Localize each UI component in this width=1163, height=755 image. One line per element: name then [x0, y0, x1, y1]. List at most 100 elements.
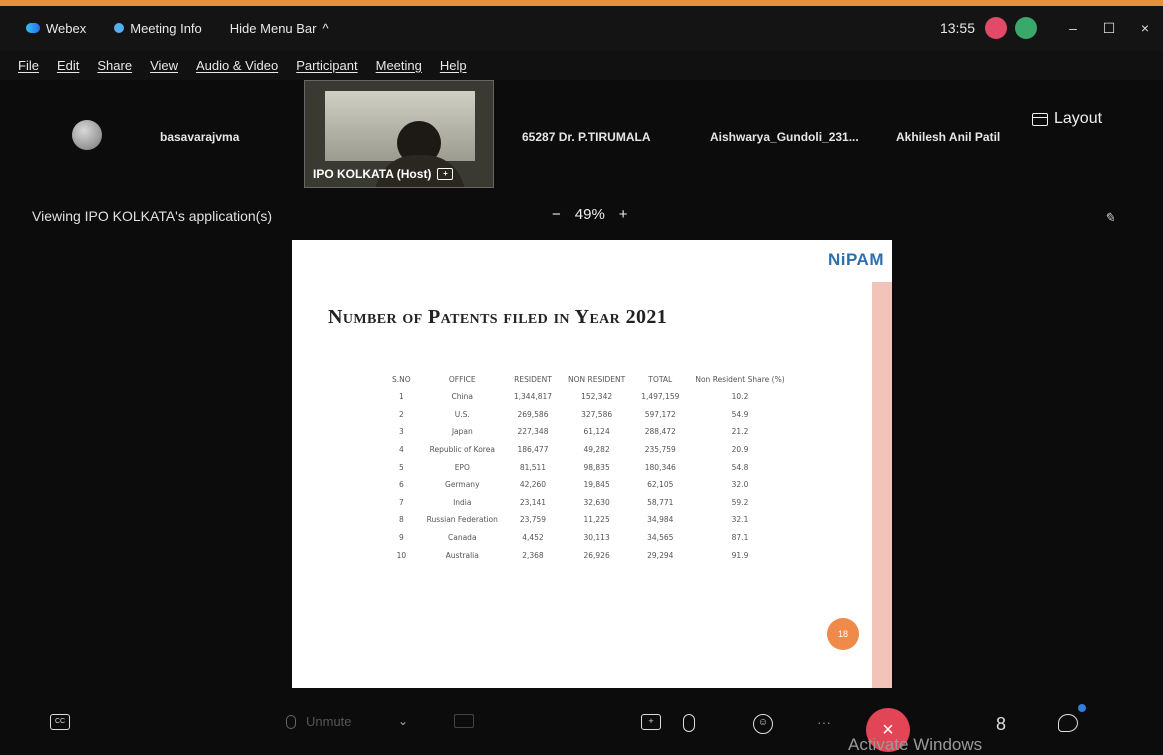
mute-label: Unmute [306, 714, 352, 729]
slide-title: Number of Patents filed in Year 2021 [328, 306, 668, 328]
table-cell: 1,344,817 [513, 392, 553, 402]
table-cell: Republic of Korea [429, 445, 495, 455]
chevron-up-icon: ^ [322, 20, 329, 36]
more-options-icon[interactable]: ··· [817, 714, 831, 730]
slide-page-number: 18 [827, 618, 859, 650]
menu-help[interactable]: Help [440, 58, 467, 73]
participant-name-5[interactable]: Akhilesh Anil Patil [896, 130, 1000, 144]
host-label: IPO KOLKATA (Host) + [313, 167, 454, 181]
table-cell: 3 [398, 427, 404, 437]
table-row: 8 Russian Federation 23,759 11,225 34,984 32.… [384, 511, 793, 529]
layout-button[interactable]: Layout [1032, 110, 1102, 128]
table-cell: 32.0 [731, 480, 749, 490]
table-cell: Canada [448, 533, 477, 543]
table-cell: 235,759 [644, 445, 676, 455]
menu-share[interactable]: Share [97, 58, 132, 73]
table-cell: 34,984 [647, 515, 674, 525]
record-icon[interactable] [683, 714, 695, 732]
table-cell: 19,845 [583, 480, 610, 490]
table-cell: 81,511 [519, 462, 547, 472]
table-cell: 11,225 [583, 515, 610, 525]
menu-participant[interactable]: Participant [296, 58, 357, 73]
table-cell: 58,771 [647, 497, 674, 507]
table-cell: 62,105 [647, 480, 674, 490]
avatar[interactable] [72, 120, 102, 150]
table-cell: 32,630 [583, 497, 610, 507]
table-row: 3 Japan 227,348 61,124 288,472 21.2 [384, 423, 793, 441]
zoom-out-button[interactable]: − [552, 206, 561, 223]
table-cell: 327,586 [581, 409, 613, 419]
table-cell: 180,346 [644, 462, 676, 472]
table-cell: 59.2 [731, 497, 749, 507]
connection-status-icon[interactable] [1015, 17, 1037, 39]
table-cell: 26,926 [583, 550, 610, 560]
chat-notification-dot [1078, 704, 1086, 712]
share-screen-icon[interactable]: + [641, 714, 661, 730]
maximize-button[interactable]: ☐ [1091, 20, 1127, 37]
menu-bar: File Edit Share View Audio & Video Parti… [0, 50, 1163, 80]
menu-file[interactable]: File [18, 58, 39, 73]
zoom-in-button[interactable]: + [619, 206, 628, 223]
mute-button[interactable]: Unmute [286, 714, 352, 729]
table-header: OFFICE [448, 374, 476, 384]
table-cell: 87.1 [731, 533, 749, 543]
table-cell: 34,565 [647, 533, 674, 543]
table-cell: 2 [398, 409, 404, 419]
close-window-button[interactable]: × [1127, 20, 1163, 36]
annotate-icon[interactable]: ✎ [1104, 210, 1115, 226]
table-cell: 10.2 [731, 392, 749, 402]
table-row: 4 Republic of Korea 186,477 49,282 235,759 20… [384, 441, 793, 459]
table-cell: 8 [398, 515, 404, 525]
table-cell: 49,282 [583, 445, 610, 455]
table-cell: U.S. [454, 409, 470, 419]
recording-badge-icon[interactable] [985, 17, 1007, 39]
table-row: 9 Canada 4,452 30,113 34,565 87.1 [384, 529, 793, 547]
zoom-control: − 49% + [552, 206, 628, 223]
chat-icon[interactable] [1058, 714, 1078, 732]
menu-meeting[interactable]: Meeting [376, 58, 422, 73]
audio-options-chevron-icon[interactable]: ⌄ [398, 714, 408, 728]
participant-name-3[interactable]: 65287 Dr. P.TIRUMALA [522, 130, 651, 144]
table-cell: 288,472 [644, 427, 676, 437]
reactions-icon[interactable]: ☺ [753, 714, 773, 734]
video-camera-icon[interactable] [454, 714, 474, 728]
hide-menu-bar-button[interactable]: Hide Menu Bar ^ [230, 21, 329, 36]
menu-audio-video[interactable]: Audio & Video [196, 58, 278, 73]
table-cell: 30,113 [583, 533, 610, 543]
participants-icon[interactable]: 8 [996, 714, 1006, 735]
webex-logo-icon [26, 23, 40, 33]
zoom-level: 49% [574, 206, 605, 223]
table-cell: 269,586 [517, 409, 549, 419]
table-cell: 91.9 [731, 550, 749, 560]
table-cell: 54.8 [731, 462, 749, 472]
table-cell: 98,835 [583, 462, 610, 472]
menu-edit[interactable]: Edit [57, 58, 79, 73]
table-cell: 152,342 [581, 392, 613, 402]
menu-view[interactable]: View [150, 58, 178, 73]
table-cell: India [453, 497, 472, 507]
participant-name-4[interactable]: Aishwarya_Gundoli_231... [710, 130, 859, 144]
table-cell: 4,452 [522, 533, 544, 543]
closed-captions-icon[interactable]: CC [50, 714, 70, 730]
layout-icon [1032, 112, 1048, 126]
participant-name-1[interactable]: basavarajvma [160, 130, 239, 144]
table-cell: 20.9 [731, 445, 749, 455]
meeting-info-button[interactable]: Meeting Info [114, 21, 202, 36]
table-cell: 23,759 [519, 515, 547, 525]
shared-slide: NiPAM Number of Patents filed in Year 20… [292, 240, 892, 688]
host-video-tile[interactable]: IPO KOLKATA (Host) + [304, 80, 494, 188]
webex-logo[interactable]: Webex [26, 21, 86, 36]
table-cell: Australia [445, 550, 479, 560]
patents-table: S.NO OFFICE RESIDENT NON RESIDENT TOTAL … [384, 370, 793, 564]
minimize-button[interactable]: – [1055, 20, 1091, 36]
table-cell: 32.1 [731, 515, 749, 525]
participant-strip: basavarajvma IPO KOLKATA (Host) + 65287 … [0, 80, 1163, 192]
host-name: IPO KOLKATA (Host) [313, 167, 432, 181]
table-cell: 42,260 [519, 480, 547, 490]
table-header-row: S.NO OFFICE RESIDENT NON RESIDENT TOTAL … [384, 370, 793, 388]
table-cell: Japan [451, 427, 473, 437]
table-cell: 21.2 [731, 427, 749, 437]
table-cell: 1,497,159 [641, 392, 680, 402]
table-cell: 7 [398, 497, 404, 507]
table-header: RESIDENT [514, 374, 552, 384]
